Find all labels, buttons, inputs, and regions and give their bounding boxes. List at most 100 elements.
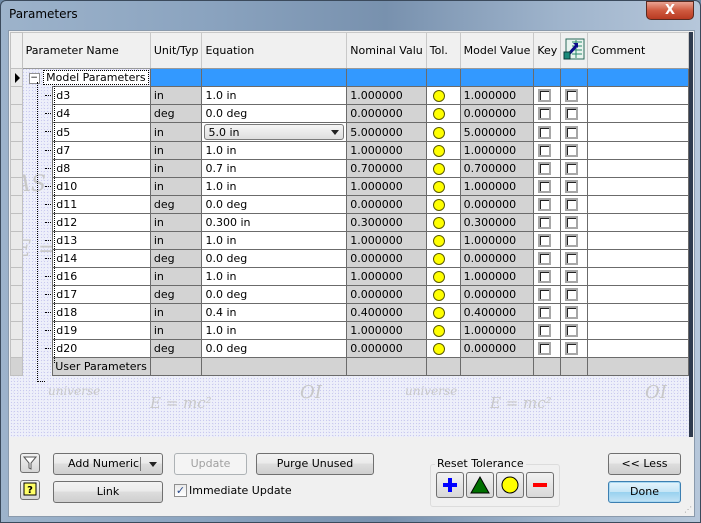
help-button[interactable]: ? <box>20 480 40 500</box>
group-row-model-parameters[interactable]: − Model Parameters <box>10 68 689 87</box>
export-cell[interactable] <box>560 285 589 304</box>
upper-tolerance-button[interactable] <box>436 472 464 498</box>
tolerance-cell[interactable] <box>425 104 461 123</box>
export-checkbox[interactable] <box>565 216 579 230</box>
tolerance-cell[interactable] <box>425 159 461 178</box>
key-cell[interactable] <box>533 122 562 142</box>
parameter-name-cell[interactable]: d10 <box>52 177 151 196</box>
parameter-name-cell[interactable]: d12 <box>52 213 151 232</box>
parameter-name-cell[interactable]: d16 <box>52 267 151 286</box>
key-cell[interactable] <box>533 159 562 178</box>
parameter-row[interactable]: d16 in 1.0 in 1.000000 1.000000 <box>10 267 689 286</box>
parameter-row[interactable]: d19 in 1.0 in 1.000000 1.000000 <box>10 321 689 340</box>
equation-cell[interactable]: 1.0 in <box>201 86 348 105</box>
row-selector[interactable] <box>10 357 23 376</box>
parameter-name-cell[interactable]: d14 <box>52 249 151 268</box>
tolerance-cell[interactable] <box>425 285 461 304</box>
tolerance-cell[interactable] <box>425 267 461 286</box>
comment-cell[interactable] <box>587 231 689 250</box>
update-button[interactable]: Update <box>174 453 247 475</box>
key-cell[interactable] <box>533 213 562 232</box>
tolerance-cell[interactable] <box>425 213 461 232</box>
filter-button[interactable] <box>20 453 40 473</box>
comment-cell[interactable] <box>587 104 689 123</box>
key-cell[interactable] <box>533 267 562 286</box>
key-checkbox[interactable] <box>538 252 552 266</box>
equation-cell[interactable]: 0.0 deg <box>201 104 348 123</box>
comment-cell[interactable] <box>587 86 689 105</box>
close-button[interactable]: X <box>646 1 694 20</box>
key-checkbox[interactable] <box>538 125 552 139</box>
export-cell[interactable] <box>560 86 589 105</box>
row-selector[interactable] <box>10 285 23 304</box>
export-cell[interactable] <box>560 104 589 123</box>
key-cell[interactable] <box>533 249 562 268</box>
comment-cell[interactable] <box>587 122 689 142</box>
export-checkbox[interactable] <box>565 270 579 284</box>
column-header-model-value[interactable]: Model Value <box>459 32 535 69</box>
equation-cell[interactable]: 0.0 deg <box>201 249 348 268</box>
comment-cell[interactable] <box>587 249 689 268</box>
export-cell[interactable] <box>560 339 589 358</box>
median-tolerance-button[interactable] <box>466 472 494 498</box>
immediate-update-checkbox[interactable]: ✓ <box>174 484 187 497</box>
export-checkbox[interactable] <box>565 198 579 212</box>
column-header-export[interactable] <box>560 32 589 69</box>
key-cell[interactable] <box>533 104 562 123</box>
parameter-name-cell[interactable]: d19 <box>52 321 151 340</box>
parameter-row[interactable]: d5 in 5.0 in 5.000000 5.000000 <box>10 122 689 142</box>
export-checkbox[interactable] <box>565 324 579 338</box>
export-checkbox[interactable] <box>565 288 579 302</box>
export-checkbox[interactable] <box>565 180 579 194</box>
export-cell[interactable] <box>560 141 589 160</box>
export-cell[interactable] <box>560 321 589 340</box>
key-checkbox[interactable] <box>538 198 552 212</box>
tolerance-cell[interactable] <box>425 339 461 358</box>
row-selector[interactable] <box>10 122 23 142</box>
row-selector[interactable] <box>10 339 23 358</box>
tolerance-cell[interactable] <box>425 249 461 268</box>
parameter-name-cell[interactable]: d5 <box>52 122 151 142</box>
row-selector[interactable] <box>10 195 23 214</box>
comment-cell[interactable] <box>587 213 689 232</box>
parameter-row[interactable]: d11 deg 0.0 deg 0.000000 0.000000 <box>10 195 689 214</box>
row-selector[interactable] <box>10 104 23 123</box>
parameter-name-cell[interactable]: d7 <box>52 141 151 160</box>
column-header-name[interactable]: Parameter Name <box>21 32 151 69</box>
add-numeric-button[interactable]: Add Numeric <box>53 453 163 475</box>
export-checkbox[interactable] <box>565 125 579 139</box>
parameter-name-cell[interactable]: d18 <box>52 303 151 322</box>
export-cell[interactable] <box>560 249 589 268</box>
export-checkbox[interactable] <box>565 89 579 103</box>
key-cell[interactable] <box>533 303 562 322</box>
equation-cell[interactable]: 1.0 in <box>201 267 348 286</box>
key-cell[interactable] <box>533 195 562 214</box>
parameter-name-cell[interactable]: d13 <box>52 231 151 250</box>
parameter-row[interactable]: d18 in 0.4 in 0.400000 0.400000 <box>10 303 689 322</box>
lower-tolerance-button[interactable] <box>526 472 554 498</box>
column-header-comment[interactable]: Comment <box>587 32 689 69</box>
comment-cell[interactable] <box>587 267 689 286</box>
comment-cell[interactable] <box>587 285 689 304</box>
export-cell[interactable] <box>560 195 589 214</box>
export-cell[interactable] <box>560 303 589 322</box>
row-selector[interactable] <box>10 267 23 286</box>
equation-cell[interactable]: 1.0 in <box>201 231 348 250</box>
parameter-name-cell[interactable]: d3 <box>52 86 151 105</box>
export-checkbox[interactable] <box>565 107 579 121</box>
key-checkbox[interactable] <box>538 270 552 284</box>
column-header-equation[interactable]: Equation <box>201 32 348 69</box>
key-checkbox[interactable] <box>538 89 552 103</box>
key-checkbox[interactable] <box>538 288 552 302</box>
key-checkbox[interactable] <box>538 234 552 248</box>
tolerance-cell[interactable] <box>425 86 461 105</box>
row-selector[interactable] <box>10 177 23 196</box>
tolerance-cell[interactable] <box>425 195 461 214</box>
tolerance-cell[interactable] <box>425 122 461 142</box>
tolerance-cell[interactable] <box>425 177 461 196</box>
key-checkbox[interactable] <box>538 162 552 176</box>
comment-cell[interactable] <box>587 141 689 160</box>
parameter-row[interactable]: d3 in 1.0 in 1.000000 1.000000 <box>10 86 689 105</box>
key-cell[interactable] <box>533 177 562 196</box>
key-cell[interactable] <box>533 231 562 250</box>
